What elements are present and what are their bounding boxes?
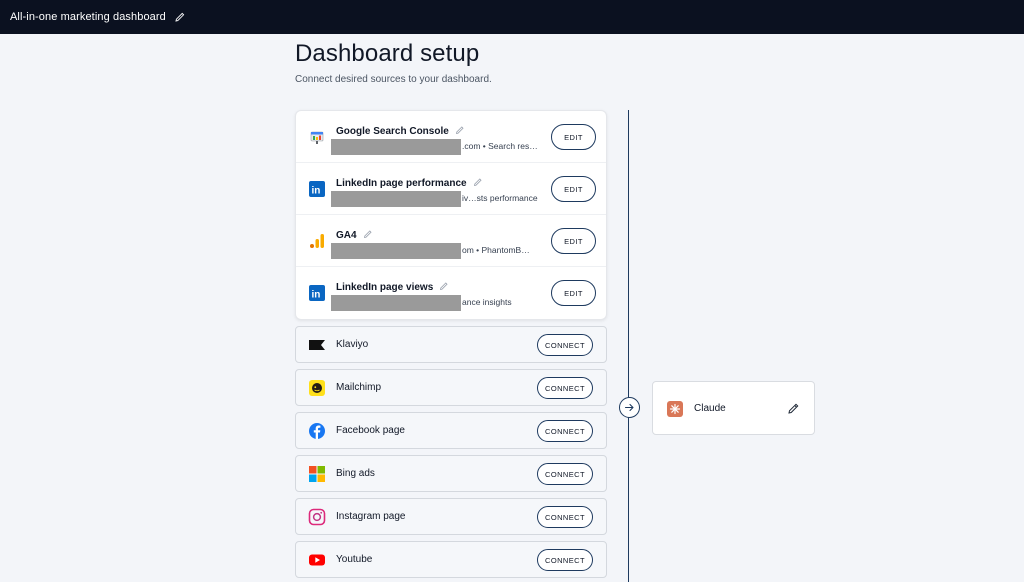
connected-sources-card: Google Search Console .com • Search res…… (295, 110, 607, 320)
arrow-right-icon[interactable] (619, 397, 640, 418)
source-name: Instagram page (336, 511, 406, 522)
instagram-icon (308, 508, 326, 526)
connect-button[interactable]: CONNECT (537, 549, 593, 571)
source-card-mailchimp: Mailchimp CONNECT (295, 369, 607, 406)
svg-text:in: in (312, 290, 321, 301)
destination-name: Claude (694, 403, 726, 414)
source-card-klaviyo: Klaviyo CONNECT (295, 326, 607, 363)
pencil-icon[interactable] (473, 177, 483, 187)
youtube-icon (308, 551, 326, 569)
facebook-icon (308, 422, 326, 440)
edit-button[interactable]: EDIT (551, 124, 596, 150)
connect-button[interactable]: CONNECT (537, 506, 593, 528)
connected-source-row: in LinkedIn page views ance insights EDI… (296, 267, 606, 319)
page-subtitle: Connect desired sources to your dashboar… (295, 74, 492, 85)
source-detail: .com • Search res… (462, 141, 538, 151)
source-name: Mailchimp (336, 382, 382, 393)
source-detail: om • PhantomB… (462, 245, 530, 255)
ga4-icon (308, 232, 326, 250)
source-name: Youtube (336, 554, 373, 565)
source-name: LinkedIn page views (336, 281, 449, 293)
redacted-block (331, 191, 461, 207)
source-card-bing-ads: Bing ads CONNECT (295, 455, 607, 492)
svg-text:in: in (312, 186, 321, 197)
microsoft-icon (308, 465, 326, 483)
pencil-icon[interactable] (439, 281, 449, 291)
source-name: LinkedIn page performance (336, 177, 483, 189)
linkedin-icon: in (308, 284, 326, 302)
edit-button[interactable]: EDIT (551, 176, 596, 202)
pencil-icon[interactable] (363, 229, 373, 239)
redacted-block (331, 139, 461, 155)
source-name: Google Search Console (336, 125, 465, 137)
connect-button[interactable]: CONNECT (537, 334, 593, 356)
claude-icon (667, 401, 683, 417)
pencil-icon[interactable] (787, 402, 800, 415)
mailchimp-icon (308, 379, 326, 397)
klaviyo-icon (308, 336, 326, 354)
redacted-block (331, 243, 461, 259)
source-detail: iv…sts performance (462, 193, 538, 203)
connect-button[interactable]: CONNECT (537, 463, 593, 485)
destination-card[interactable]: Claude (652, 381, 815, 435)
top-bar: All-in-one marketing dashboard (0, 0, 1024, 34)
connect-button[interactable]: CONNECT (537, 377, 593, 399)
page-title: Dashboard setup (295, 40, 480, 67)
google-search-console-icon (308, 128, 326, 146)
dashboard-name: All-in-one marketing dashboard (10, 11, 166, 23)
connected-source-row: GA4 om • PhantomB… EDIT (296, 215, 606, 267)
edit-button[interactable]: EDIT (551, 280, 596, 306)
connector-line (628, 110, 629, 582)
redacted-block (331, 295, 461, 311)
source-name: GA4 (336, 229, 373, 241)
connect-button[interactable]: CONNECT (537, 420, 593, 442)
source-name: Klaviyo (336, 339, 369, 350)
pencil-icon[interactable] (174, 11, 186, 23)
source-card-facebook: Facebook page CONNECT (295, 412, 607, 449)
source-card-youtube: Youtube CONNECT (295, 541, 607, 578)
connected-source-row: Google Search Console .com • Search res…… (296, 111, 606, 163)
source-detail: ance insights (462, 297, 512, 307)
linkedin-icon: in (308, 180, 326, 198)
source-name: Facebook page (336, 425, 405, 436)
connected-source-row: in LinkedIn page performance iv…sts perf… (296, 163, 606, 215)
edit-button[interactable]: EDIT (551, 228, 596, 254)
source-name: Bing ads (336, 468, 375, 479)
source-card-instagram: Instagram page CONNECT (295, 498, 607, 535)
pencil-icon[interactable] (455, 125, 465, 135)
